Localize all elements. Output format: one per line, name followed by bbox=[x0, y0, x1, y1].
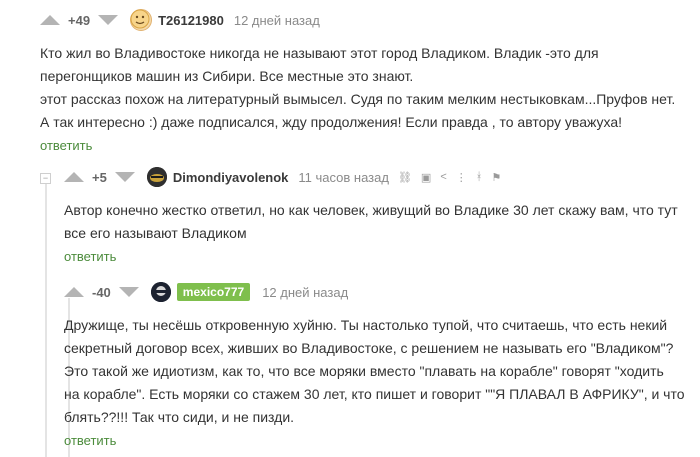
thread-line[interactable] bbox=[45, 182, 47, 457]
reply-button[interactable]: ответить bbox=[40, 138, 92, 153]
comment-line: Кто жил во Владивостоке никогда не назыв… bbox=[40, 45, 599, 61]
comment-header: +49 T26121980 12 дней назад bbox=[40, 9, 690, 31]
reply-button[interactable]: ответить bbox=[64, 249, 116, 264]
comment-time[interactable]: 12 дней назад bbox=[234, 13, 320, 28]
vote-up-icon[interactable] bbox=[64, 287, 84, 297]
comment-line: этот рассказ похож на литературный вымыс… bbox=[40, 91, 676, 107]
comment-body: Автор конечно жестко ответил, но как чел… bbox=[64, 199, 694, 245]
vote-down-icon[interactable] bbox=[114, 172, 135, 182]
save-icon[interactable]: ▣ bbox=[421, 171, 431, 184]
comment-score: -40 bbox=[92, 284, 111, 300]
comment-author[interactable]: Dimondiyavolenok bbox=[173, 170, 289, 185]
link-icon[interactable]: ⛓ bbox=[398, 171, 412, 184]
comment-body: Дружище, ты несёшь откровенную хуйню. Ты… bbox=[64, 314, 694, 429]
vote-down-icon[interactable] bbox=[118, 287, 139, 297]
comment-line: на корабле". Есть моряки со стажем 30 ле… bbox=[64, 386, 685, 402]
comment-time[interactable]: 11 часов назад bbox=[298, 170, 389, 185]
vote-down-icon[interactable] bbox=[98, 15, 119, 25]
comment-line: блять??!!! Так что сиди, и не пизди. bbox=[64, 409, 295, 425]
share-icon[interactable]: < bbox=[440, 171, 446, 183]
comment-body: Кто жил во Владивостоке никогда не назыв… bbox=[40, 42, 690, 134]
avatar[interactable] bbox=[146, 167, 167, 187]
comment-score: +49 bbox=[68, 12, 91, 28]
comment-line: Это такой же идиотизм, как то, что все м… bbox=[64, 363, 664, 379]
report-icon[interactable]: ⚑ bbox=[491, 171, 501, 184]
avatar[interactable] bbox=[150, 282, 171, 302]
comment-2: +5 Dimondiyavolenok 11 часов назад ⛓ ▣ <… bbox=[64, 167, 694, 266]
comment-line: все его называют Владиком bbox=[64, 225, 247, 241]
comment-author[interactable]: T26121980 bbox=[158, 13, 224, 28]
comment-score: +5 bbox=[92, 169, 107, 185]
author-badge[interactable]: mexico777 bbox=[176, 283, 251, 301]
comment-header: -40 mexico777 12 дней назад bbox=[64, 282, 694, 302]
comment-1: +49 T26121980 12 дней назад Кто жил во В… bbox=[40, 9, 690, 155]
comment-3: -40 mexico777 12 дней назад Дружище, ты … bbox=[64, 282, 694, 450]
comment-header: +5 Dimondiyavolenok 11 часов назад ⛓ ▣ <… bbox=[64, 167, 694, 187]
reply-button[interactable]: ответить bbox=[64, 433, 116, 448]
vote-up-icon[interactable] bbox=[40, 15, 60, 25]
comment-line: Дружище, ты несёшь откровенную хуйню. Ты… bbox=[64, 317, 668, 333]
avatar[interactable] bbox=[130, 9, 153, 31]
collapse-icon[interactable]: − bbox=[40, 173, 51, 184]
comment-line: Автор конечно жестко ответил, но как чел… bbox=[64, 202, 678, 218]
vote-up-icon[interactable] bbox=[64, 172, 84, 182]
branch-icon[interactable]: ᚼ bbox=[476, 171, 483, 183]
more-icon[interactable]: ⋮ bbox=[456, 171, 467, 184]
comment-line: секретный договор всех, живших во Владив… bbox=[64, 340, 674, 356]
comment-time[interactable]: 12 дней назад bbox=[262, 285, 348, 300]
comment-line: перегонщиков машин из Сибири. Все местны… bbox=[40, 68, 414, 84]
comment-line: А так интересно :) даже подписался, жду … bbox=[40, 114, 623, 130]
